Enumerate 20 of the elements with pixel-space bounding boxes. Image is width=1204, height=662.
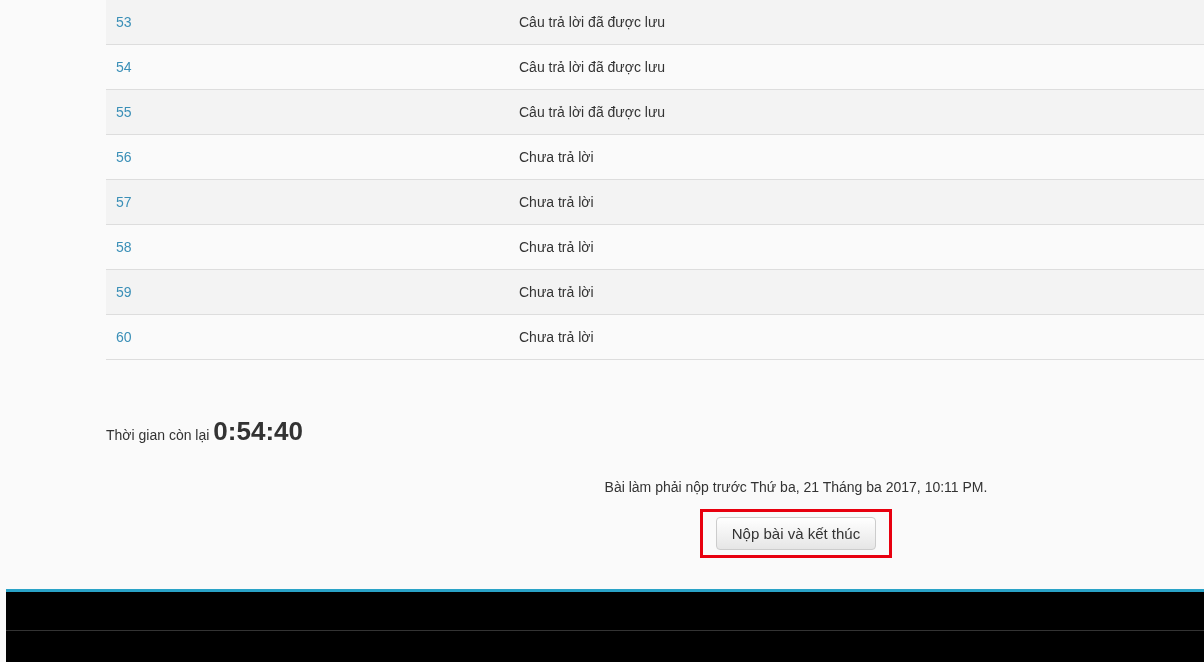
question-link[interactable]: 54 (116, 59, 132, 75)
answer-status: Chưa trả lời (519, 329, 594, 345)
time-remaining: 0:54:40 (213, 416, 303, 447)
timer-label: Thời gian còn lại (106, 427, 210, 443)
question-link[interactable]: 58 (116, 239, 132, 255)
question-link[interactable]: 57 (116, 194, 132, 210)
answer-status: Câu trả lời đã được lưu (519, 14, 666, 30)
question-link[interactable]: 55 (116, 104, 132, 120)
question-link[interactable]: 59 (116, 284, 132, 300)
answer-status: Chưa trả lời (519, 239, 594, 255)
deadline-text: Bài làm phải nộp trước Thứ ba, 21 Tháng ba 2017, 10:11 PM. (604, 479, 988, 495)
question-link[interactable]: 53 (116, 14, 132, 30)
answer-status: Chưa trả lời (519, 149, 594, 165)
submit-button[interactable]: Nộp bài và kết thúc (715, 517, 877, 550)
question-link[interactable]: 56 (116, 149, 132, 165)
answer-status: Câu trả lời đã được lưu (519, 59, 666, 75)
question-link[interactable]: 60 (116, 329, 132, 345)
answer-status: Câu trả lời đã được lưu (519, 104, 666, 120)
answer-status: Chưa trả lời (519, 284, 594, 300)
answer-status: Chưa trả lời (519, 194, 594, 210)
